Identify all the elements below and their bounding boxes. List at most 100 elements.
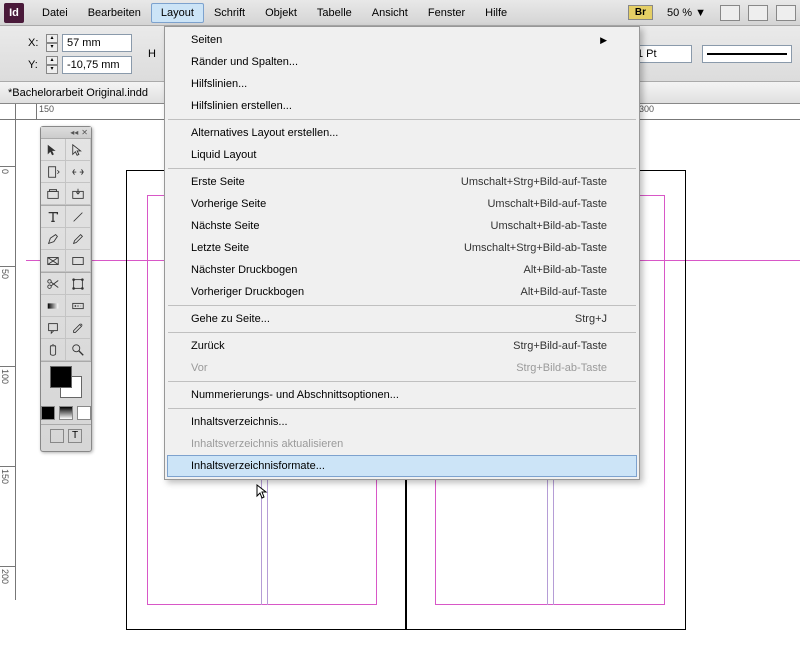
x-label: X: <box>28 37 42 49</box>
collapse-icon[interactable]: ◂◂ <box>70 128 78 137</box>
content-collector-tool[interactable] <box>41 183 66 205</box>
menu-item[interactable]: Nummerierungs- und Abschnittsoptionen... <box>167 384 637 406</box>
menu-item-label: Hilfslinien erstellen... <box>191 100 292 112</box>
eyedropper-tool[interactable] <box>66 317 91 339</box>
rectangle-frame-tool[interactable] <box>41 250 66 272</box>
menu-shortcut: Strg+Bild-auf-Taste <box>513 340 607 352</box>
menu-item[interactable]: Nächster DruckbogenAlt+Bild-ab-Taste <box>167 259 637 281</box>
ruler-vertical[interactable]: 050100150200 <box>0 120 16 600</box>
menu-item[interactable]: Hilfslinien erstellen... <box>167 95 637 117</box>
layout-menu-dropdown: Seiten ▶ Ränder und Spalten... Hilfslinien.… <box>164 26 640 480</box>
menu-item: Inhaltsverzeichnis aktualisieren <box>167 433 637 455</box>
direct-selection-tool[interactable] <box>66 139 91 161</box>
menu-item-label: Liquid Layout <box>191 149 256 161</box>
gradient-swatch-tool[interactable] <box>41 295 66 317</box>
menu-item[interactable]: Ränder und Spalten... <box>167 51 637 73</box>
menu-item[interactable]: Nächste SeiteUmschalt+Bild-ab-Taste <box>167 215 637 237</box>
menu-item-label: Vorheriger Druckbogen <box>191 286 304 298</box>
ruler-tick: 200 <box>0 566 16 584</box>
ruler-tick: 150 <box>36 104 54 120</box>
menu-item[interactable]: Seiten ▶ <box>167 29 637 51</box>
menu-item[interactable]: Vorherige SeiteUmschalt+Bild-auf-Taste <box>167 193 637 215</box>
hand-tool[interactable] <box>41 339 66 361</box>
menu-item-label: Inhaltsverzeichnisformate... <box>191 460 325 472</box>
menu-item[interactable]: ZurückStrg+Bild-auf-Taste <box>167 335 637 357</box>
menu-item-label: Alternatives Layout erstellen... <box>191 127 338 139</box>
menu-item[interactable]: Vorheriger Druckbogen Alt+Bild-auf-Taste <box>167 281 637 303</box>
menu-item-label: Nummerierungs- und Abschnittsoptionen... <box>191 389 399 401</box>
menu-tabelle[interactable]: Tabelle <box>307 3 362 23</box>
menu-ansicht[interactable]: Ansicht <box>362 3 418 23</box>
zoom-level[interactable]: 50 % ▼ <box>661 5 712 21</box>
menu-layout[interactable]: Layout <box>151 3 204 23</box>
toolbox-header[interactable]: ◂◂ ✕ <box>41 127 91 139</box>
gradient-feather-tool[interactable] <box>66 295 91 317</box>
menu-item-label: Inhaltsverzeichnis aktualisieren <box>191 438 343 450</box>
menu-fenster[interactable]: Fenster <box>418 3 475 23</box>
pen-tool[interactable] <box>41 228 66 250</box>
menu-shortcut: Umschalt+Bild-auf-Taste <box>487 198 607 210</box>
page-tool[interactable] <box>41 161 66 183</box>
free-transform-tool[interactable] <box>66 273 91 295</box>
h-label: H <box>148 48 156 60</box>
ruler-origin[interactable] <box>0 104 16 120</box>
menu-item-label: Erste Seite <box>191 176 245 188</box>
apply-color-icon[interactable] <box>41 406 55 420</box>
stroke-weight-select[interactable]: 1 Pt <box>632 45 692 63</box>
menu-item-label: Seiten <box>191 34 222 46</box>
menu-shortcut: Strg+J <box>575 313 607 325</box>
ruler-tick: 50 <box>0 266 16 279</box>
container-format-icon[interactable] <box>50 429 64 443</box>
menu-item[interactable]: Alternatives Layout erstellen... <box>167 122 637 144</box>
view-mode-icon[interactable] <box>720 5 740 21</box>
note-tool[interactable] <box>41 317 66 339</box>
menu-shortcut: Alt+Bild-auf-Taste <box>520 286 607 298</box>
menu-item-label: Letzte Seite <box>191 242 249 254</box>
menu-shortcut: Umschalt+Bild-ab-Taste <box>491 220 607 232</box>
menu-item-label: Vor <box>191 362 208 374</box>
menu-item[interactable]: Inhaltsverzeichnis... <box>167 411 637 433</box>
menu-item: VorStrg+Bild-ab-Taste <box>167 357 637 379</box>
menu-datei[interactable]: Datei <box>32 3 78 23</box>
menu-shortcut: Umschalt+Strg+Bild-ab-Taste <box>464 242 607 254</box>
x-input[interactable] <box>62 34 132 52</box>
close-icon[interactable]: ✕ <box>81 128 88 137</box>
menu-item[interactable]: Gehe zu Seite... Strg+J <box>167 308 637 330</box>
bridge-button[interactable]: Br <box>628 5 653 20</box>
menu-item-label: Gehe zu Seite... <box>191 313 270 325</box>
submenu-arrow-icon: ▶ <box>600 35 607 46</box>
apply-gradient-icon[interactable] <box>59 406 73 420</box>
stroke-style-select[interactable] <box>702 45 792 63</box>
y-input[interactable] <box>62 56 132 74</box>
text-format-icon[interactable]: T <box>68 429 82 443</box>
x-spinner[interactable]: ▴▾ <box>46 34 58 52</box>
menu-item[interactable]: Liquid Layout <box>167 144 637 166</box>
y-spinner[interactable]: ▴▾ <box>46 56 58 74</box>
menu-bearbeiten[interactable]: Bearbeiten <box>78 3 151 23</box>
menu-item[interactable]: Inhaltsverzeichnisformate... <box>167 455 637 477</box>
type-tool[interactable] <box>41 206 66 228</box>
apply-none-icon[interactable] <box>77 406 91 420</box>
line-tool[interactable] <box>66 206 91 228</box>
menu-hilfe[interactable]: Hilfe <box>475 3 517 23</box>
ruler-tick: 150 <box>0 466 16 484</box>
rectangle-tool[interactable] <box>66 250 91 272</box>
ruler-tick: 0 <box>0 166 16 174</box>
menu-schrift[interactable]: Schrift <box>204 3 255 23</box>
selection-tool[interactable] <box>41 139 66 161</box>
screen-mode-icon[interactable] <box>748 5 768 21</box>
menu-objekt[interactable]: Objekt <box>255 3 307 23</box>
fill-stroke-indicator[interactable] <box>50 366 82 398</box>
menu-item[interactable]: Letzte Seite Umschalt+Strg+Bild-ab-Taste <box>167 237 637 259</box>
content-placer-tool[interactable] <box>66 183 91 205</box>
scissors-tool[interactable] <box>41 273 66 295</box>
menu-item-label: Nächster Druckbogen <box>191 264 297 276</box>
pencil-tool[interactable] <box>66 228 91 250</box>
zoom-tool[interactable] <box>66 339 91 361</box>
menu-item-label: Ränder und Spalten... <box>191 56 298 68</box>
arrange-icon[interactable] <box>776 5 796 21</box>
menu-shortcut: Umschalt+Strg+Bild-auf-Taste <box>461 176 607 188</box>
menu-item[interactable]: Erste Seite Umschalt+Strg+Bild-auf-Taste <box>167 171 637 193</box>
gap-tool[interactable] <box>66 161 91 183</box>
menu-item[interactable]: Hilfslinien... <box>167 73 637 95</box>
